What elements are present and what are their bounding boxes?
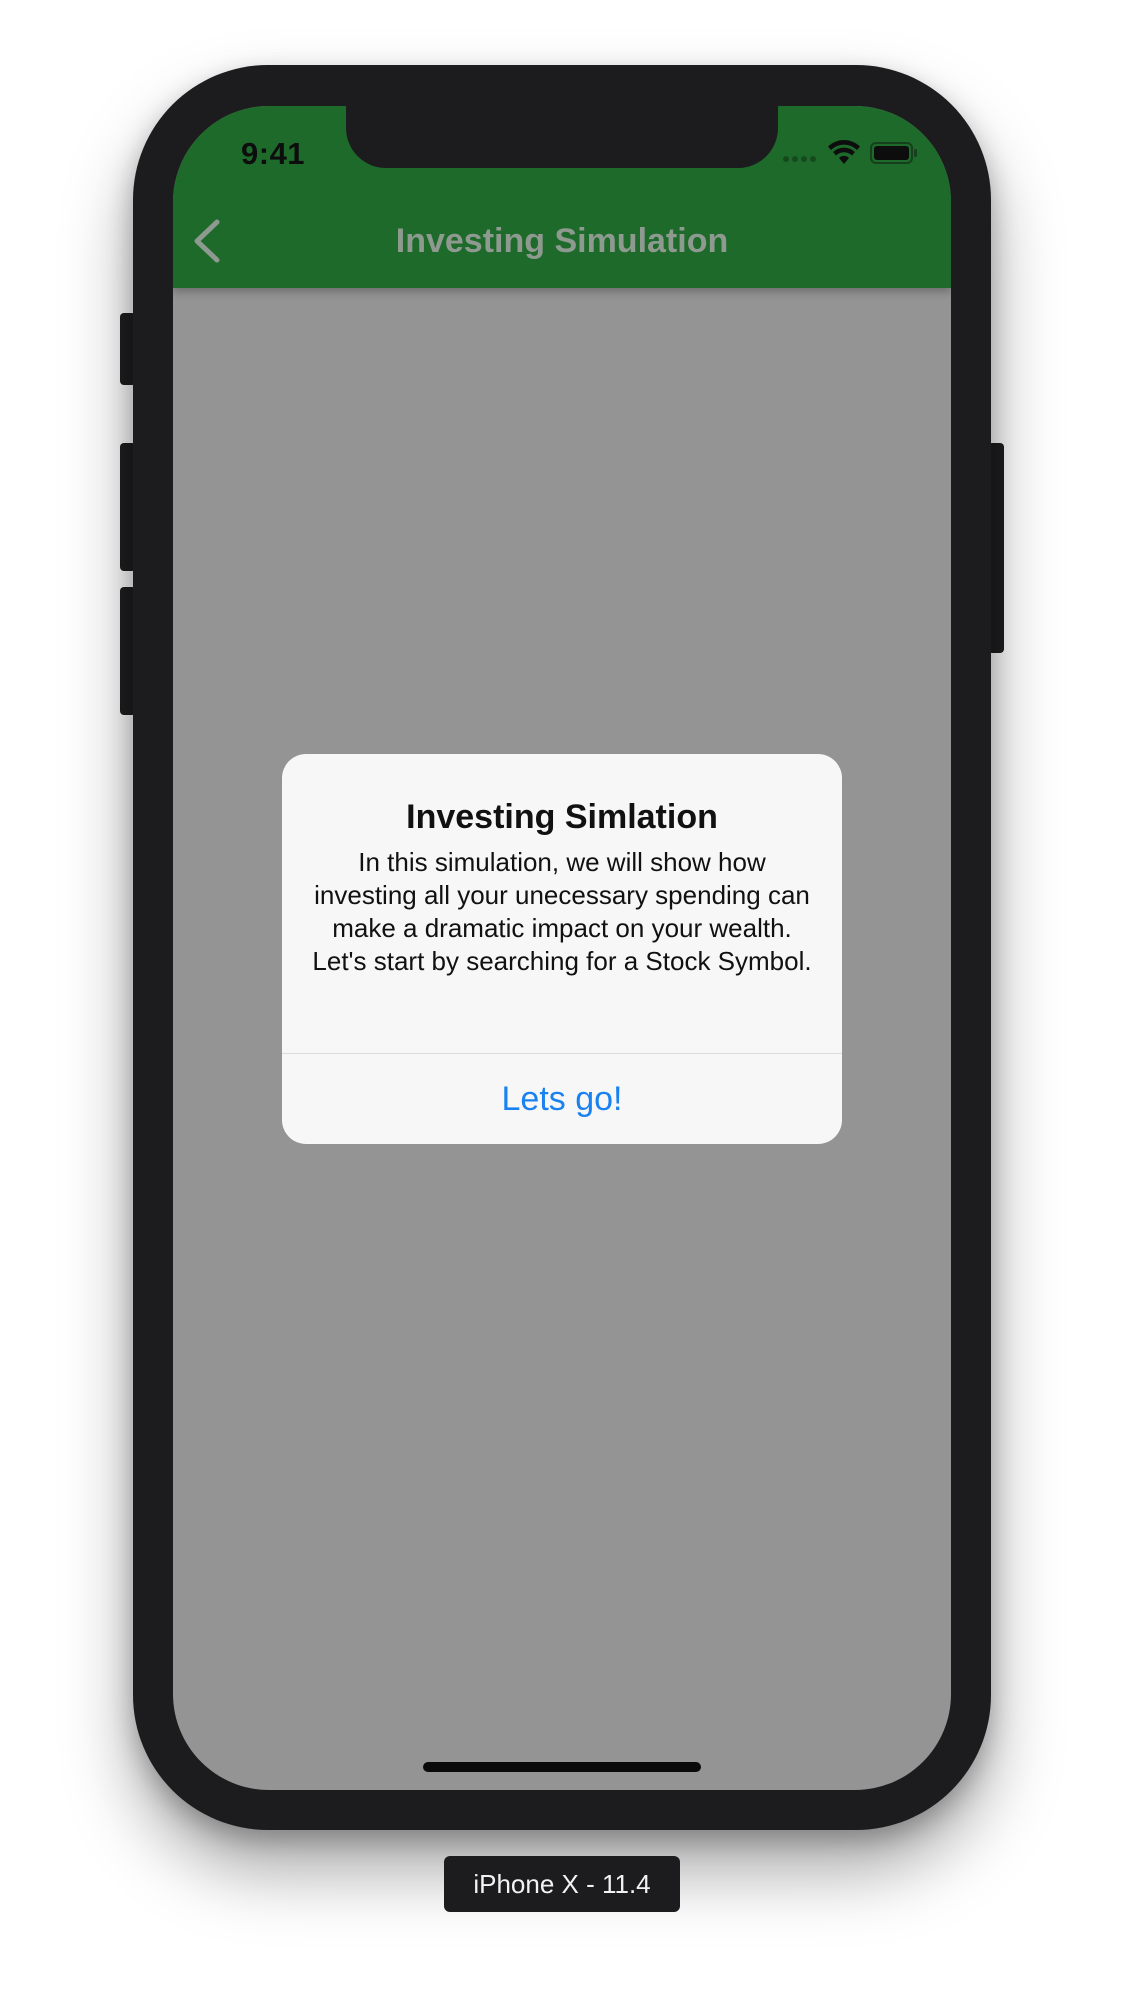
- home-indicator[interactable]: [423, 1762, 701, 1772]
- battery-icon: [870, 142, 917, 164]
- alert-message: In this simulation, we will show how inv…: [312, 847, 812, 976]
- alert-title: Investing Simlation: [406, 798, 718, 836]
- status-time: 9:41: [241, 136, 306, 171]
- simulator-stage: 9:41 Investing Simulation Investing Siml…: [0, 0, 1124, 1994]
- alert-dialog: Investing Simlation In this simulation, …: [282, 754, 842, 1144]
- phone-screen: 9:41 Investing Simulation Investing Siml…: [173, 106, 951, 1790]
- lets-go-button[interactable]: Lets go!: [282, 1054, 842, 1144]
- device-notch: [346, 106, 778, 168]
- wifi-icon: [828, 140, 860, 164]
- device-label: iPhone X - 11.4: [444, 1856, 680, 1912]
- nav-title: Investing Simulation: [395, 222, 729, 260]
- signal-dots-icon: [783, 156, 816, 162]
